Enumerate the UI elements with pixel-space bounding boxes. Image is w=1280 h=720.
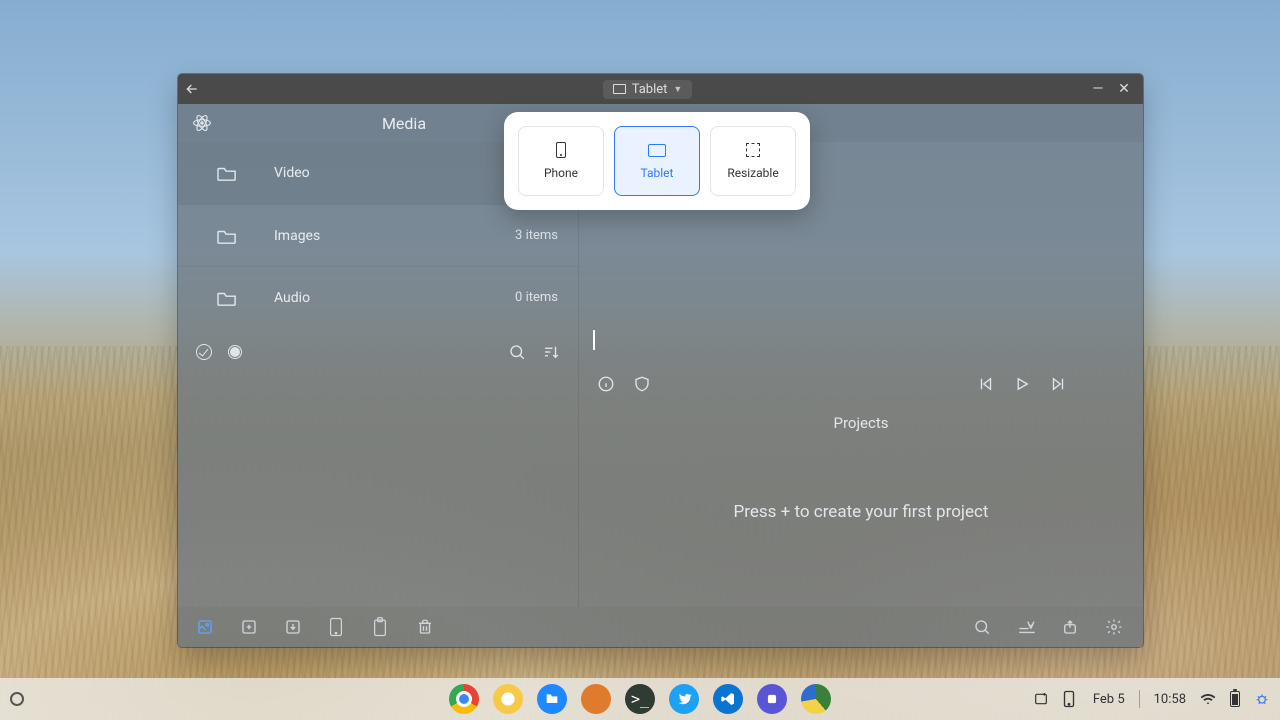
system-tray: Feb 5 10:58 [1033, 690, 1270, 708]
folder-audio[interactable]: Audio 0 items [178, 266, 578, 328]
close-button[interactable]: ✕ [1111, 81, 1137, 97]
chevron-down-icon: ▼ [673, 84, 682, 95]
app-swirl-icon[interactable] [801, 684, 831, 714]
folder-count: 3 items [515, 228, 558, 243]
clipboard-icon[interactable] [372, 617, 392, 637]
shield-icon[interactable] [633, 375, 651, 393]
device-mode-popover: Phone Tablet Resizable [504, 112, 810, 210]
device-icon[interactable] [328, 617, 348, 637]
projects-heading: Projects [834, 414, 889, 432]
record-icon[interactable] [228, 345, 242, 359]
settings-icon[interactable] [1105, 618, 1125, 636]
app-files-icon[interactable] [537, 684, 567, 714]
phone-tray-icon[interactable] [1063, 690, 1079, 708]
device-mode-dropdown[interactable]: Tablet ▼ [603, 80, 693, 99]
folder-label: Images [274, 228, 515, 244]
os-shelf: >_ Feb 5 10:58 [0, 678, 1280, 720]
text-cursor [593, 330, 595, 350]
trash-icon[interactable] [416, 618, 436, 636]
projects-panel: Projects Press + to create your first pr… [579, 404, 1143, 607]
app-chrome-canary-icon[interactable] [493, 684, 523, 714]
folder-icon [216, 164, 274, 182]
screenshot-icon[interactable] [1033, 691, 1049, 707]
tray-time[interactable]: 10:58 [1154, 692, 1186, 707]
app-orange-icon[interactable] [581, 684, 611, 714]
search-icon[interactable] [508, 343, 526, 361]
app-terminal-icon[interactable]: >_ [625, 684, 655, 714]
device-option-resizable[interactable]: Resizable [710, 126, 796, 196]
app-logo-icon [192, 113, 214, 133]
sort-icon[interactable] [542, 343, 560, 361]
tablet-icon [648, 144, 666, 157]
add-button-icon[interactable] [240, 618, 260, 636]
folder-icon [216, 227, 274, 245]
launcher-button[interactable] [10, 692, 24, 706]
device-option-label: Resizable [727, 166, 778, 180]
add-media-icon[interactable] [196, 618, 216, 636]
skip-forward-icon[interactable] [1049, 375, 1067, 393]
battery-icon[interactable] [1230, 691, 1240, 707]
device-option-label: Phone [544, 166, 578, 180]
app-chrome-icon[interactable] [449, 684, 479, 714]
folder-count: 0 items [515, 290, 558, 305]
right-pane: Projects Press + to create your first pr… [578, 142, 1143, 607]
tablet-icon [613, 84, 626, 94]
phone-icon [556, 142, 566, 158]
app-main: Video Images 3 items Audio 0 items [178, 142, 1143, 607]
text-icon[interactable] [1017, 618, 1037, 636]
shelf-apps: >_ [449, 684, 831, 714]
media-sidebar: Video Images 3 items Audio 0 items [178, 142, 578, 607]
folder-label: Audio [274, 290, 515, 306]
download-icon[interactable] [284, 618, 304, 636]
projects-hint: Press + to create your first project [734, 502, 989, 522]
transport-bar [579, 364, 1143, 404]
sidebar-tools [178, 328, 578, 376]
device-option-phone[interactable]: Phone [518, 126, 604, 196]
app-bottom-toolbar [178, 607, 1143, 647]
tray-date[interactable]: Feb 5 [1093, 692, 1125, 707]
folder-images[interactable]: Images 3 items [178, 204, 578, 266]
device-option-label: Tablet [641, 166, 674, 180]
select-all-icon[interactable] [196, 344, 212, 360]
share-icon[interactable] [1061, 618, 1081, 636]
back-button[interactable] [184, 81, 210, 97]
app-purple-icon[interactable] [757, 684, 787, 714]
skip-back-icon[interactable] [977, 375, 995, 393]
bug-icon[interactable] [1254, 691, 1270, 707]
app-twitter-icon[interactable] [669, 684, 699, 714]
resizable-icon [746, 143, 760, 157]
info-icon[interactable] [597, 375, 615, 393]
play-icon[interactable] [1013, 375, 1031, 393]
device-mode-label: Tablet [632, 82, 668, 97]
app-vscode-icon[interactable] [713, 684, 743, 714]
device-option-tablet[interactable]: Tablet [614, 126, 700, 196]
search-icon[interactable] [973, 618, 993, 636]
folder-icon [216, 289, 274, 307]
wifi-icon[interactable] [1200, 691, 1216, 707]
minimize-button[interactable]: — [1085, 81, 1111, 97]
window-titlebar: Tablet ▼ — ✕ [178, 74, 1143, 104]
